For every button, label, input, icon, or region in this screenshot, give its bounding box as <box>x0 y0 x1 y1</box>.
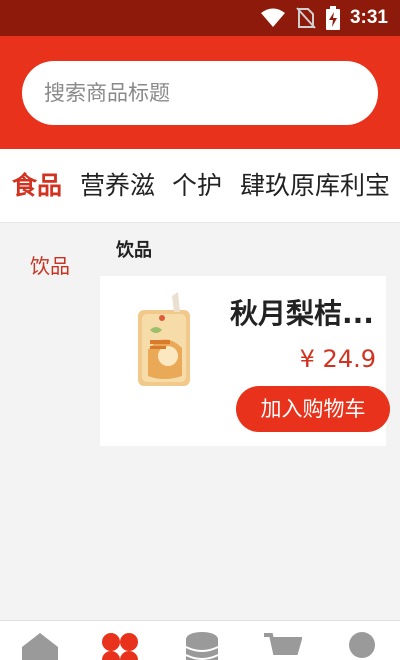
coins-icon[interactable] <box>182 631 222 660</box>
search-box[interactable] <box>22 61 378 125</box>
sidebar-item-drinks[interactable]: 饮品 <box>0 246 100 286</box>
home-icon[interactable] <box>20 631 60 660</box>
tab-food[interactable]: 食品 <box>12 149 62 222</box>
status-time: 3:31 <box>349 7 388 28</box>
status-icons: 3:31 <box>260 6 388 30</box>
wifi-icon <box>260 8 286 28</box>
battery-charging-icon <box>325 6 340 30</box>
no-sim-icon <box>296 7 316 29</box>
status-bar: 3:31 <box>0 0 400 36</box>
profile-icon[interactable] <box>342 631 382 660</box>
bottom-nav <box>0 620 400 660</box>
juice-package-icon <box>134 290 196 386</box>
section-title: 饮品 <box>116 240 152 261</box>
tab-nutrition[interactable]: 营养滋 <box>80 149 155 222</box>
product-price: ¥ 24.9 <box>299 345 376 373</box>
tab-sijiu-yuanku[interactable]: 肆玖原库利宝 <box>240 149 390 222</box>
product-name[interactable]: 秋月梨桔... <box>230 294 378 334</box>
add-to-cart-button[interactable]: 加入购物车 <box>236 386 390 432</box>
header <box>0 36 400 149</box>
cart-icon[interactable] <box>262 631 302 660</box>
category-tabs: 食品 营养滋 个护 肆玖原库利宝 <box>0 149 400 223</box>
tab-personal-care[interactable]: 个护 <box>172 149 222 222</box>
category-icon[interactable] <box>100 631 140 660</box>
search-input[interactable] <box>44 61 354 125</box>
product-card[interactable]: 秋月梨桔... ¥ 24.9 加入购物车 <box>100 276 390 446</box>
